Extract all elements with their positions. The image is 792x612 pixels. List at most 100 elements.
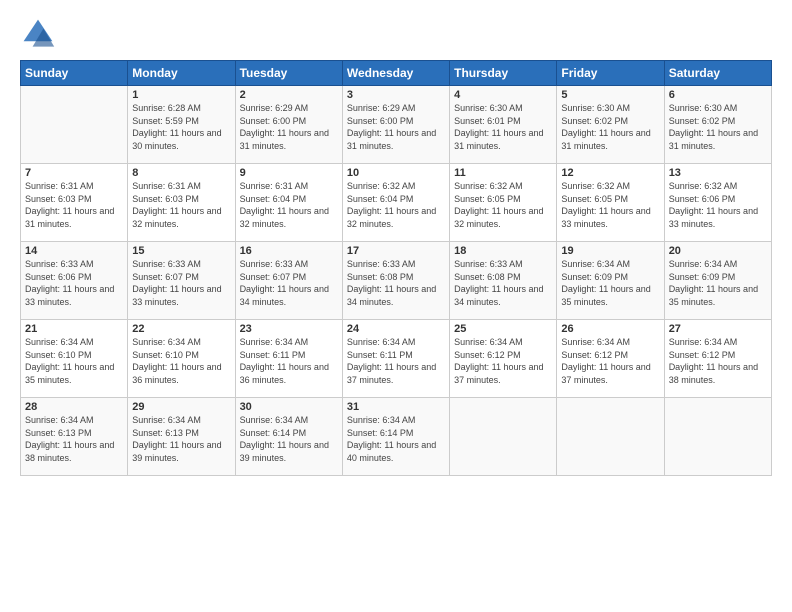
calendar-cell: 31Sunrise: 6:34 AMSunset: 6:14 PMDayligh… (342, 398, 449, 476)
day-number: 23 (240, 323, 338, 335)
day-info: Sunrise: 6:34 AMSunset: 6:14 PMDaylight:… (347, 414, 445, 464)
calendar-cell: 30Sunrise: 6:34 AMSunset: 6:14 PMDayligh… (235, 398, 342, 476)
calendar-cell: 27Sunrise: 6:34 AMSunset: 6:12 PMDayligh… (664, 320, 771, 398)
day-info: Sunrise: 6:30 AMSunset: 6:01 PMDaylight:… (454, 102, 552, 152)
day-number: 7 (25, 167, 123, 179)
day-number: 10 (347, 167, 445, 179)
day-info: Sunrise: 6:34 AMSunset: 6:13 PMDaylight:… (132, 414, 230, 464)
day-info: Sunrise: 6:31 AMSunset: 6:03 PMDaylight:… (25, 180, 123, 230)
week-row-4: 21Sunrise: 6:34 AMSunset: 6:10 PMDayligh… (21, 320, 772, 398)
day-info: Sunrise: 6:29 AMSunset: 6:00 PMDaylight:… (347, 102, 445, 152)
day-number: 13 (669, 167, 767, 179)
calendar-cell: 17Sunrise: 6:33 AMSunset: 6:08 PMDayligh… (342, 242, 449, 320)
day-number: 14 (25, 245, 123, 257)
calendar-cell (21, 86, 128, 164)
week-row-1: 1Sunrise: 6:28 AMSunset: 5:59 PMDaylight… (21, 86, 772, 164)
calendar-cell (450, 398, 557, 476)
logo (20, 16, 60, 52)
calendar-cell: 11Sunrise: 6:32 AMSunset: 6:05 PMDayligh… (450, 164, 557, 242)
calendar-cell: 25Sunrise: 6:34 AMSunset: 6:12 PMDayligh… (450, 320, 557, 398)
day-info: Sunrise: 6:33 AMSunset: 6:07 PMDaylight:… (240, 258, 338, 308)
day-number: 8 (132, 167, 230, 179)
weekday-friday: Friday (557, 61, 664, 86)
calendar-cell: 29Sunrise: 6:34 AMSunset: 6:13 PMDayligh… (128, 398, 235, 476)
day-number: 31 (347, 401, 445, 413)
day-number: 1 (132, 89, 230, 101)
day-number: 24 (347, 323, 445, 335)
day-info: Sunrise: 6:28 AMSunset: 5:59 PMDaylight:… (132, 102, 230, 152)
day-info: Sunrise: 6:33 AMSunset: 6:08 PMDaylight:… (454, 258, 552, 308)
day-info: Sunrise: 6:32 AMSunset: 6:06 PMDaylight:… (669, 180, 767, 230)
day-number: 2 (240, 89, 338, 101)
weekday-saturday: Saturday (664, 61, 771, 86)
calendar-cell: 14Sunrise: 6:33 AMSunset: 6:06 PMDayligh… (21, 242, 128, 320)
calendar-cell: 24Sunrise: 6:34 AMSunset: 6:11 PMDayligh… (342, 320, 449, 398)
day-info: Sunrise: 6:31 AMSunset: 6:04 PMDaylight:… (240, 180, 338, 230)
calendar-cell: 26Sunrise: 6:34 AMSunset: 6:12 PMDayligh… (557, 320, 664, 398)
day-info: Sunrise: 6:34 AMSunset: 6:10 PMDaylight:… (132, 336, 230, 386)
day-number: 28 (25, 401, 123, 413)
day-number: 12 (561, 167, 659, 179)
day-number: 19 (561, 245, 659, 257)
calendar-cell: 19Sunrise: 6:34 AMSunset: 6:09 PMDayligh… (557, 242, 664, 320)
calendar-cell (557, 398, 664, 476)
calendar-cell: 28Sunrise: 6:34 AMSunset: 6:13 PMDayligh… (21, 398, 128, 476)
week-row-3: 14Sunrise: 6:33 AMSunset: 6:06 PMDayligh… (21, 242, 772, 320)
calendar-cell: 8Sunrise: 6:31 AMSunset: 6:03 PMDaylight… (128, 164, 235, 242)
calendar-cell: 4Sunrise: 6:30 AMSunset: 6:01 PMDaylight… (450, 86, 557, 164)
weekday-tuesday: Tuesday (235, 61, 342, 86)
day-info: Sunrise: 6:32 AMSunset: 6:05 PMDaylight:… (454, 180, 552, 230)
day-number: 9 (240, 167, 338, 179)
calendar-cell: 10Sunrise: 6:32 AMSunset: 6:04 PMDayligh… (342, 164, 449, 242)
day-info: Sunrise: 6:34 AMSunset: 6:12 PMDaylight:… (669, 336, 767, 386)
calendar-cell: 18Sunrise: 6:33 AMSunset: 6:08 PMDayligh… (450, 242, 557, 320)
day-info: Sunrise: 6:33 AMSunset: 6:06 PMDaylight:… (25, 258, 123, 308)
calendar-cell: 16Sunrise: 6:33 AMSunset: 6:07 PMDayligh… (235, 242, 342, 320)
week-row-2: 7Sunrise: 6:31 AMSunset: 6:03 PMDaylight… (21, 164, 772, 242)
day-info: Sunrise: 6:34 AMSunset: 6:14 PMDaylight:… (240, 414, 338, 464)
day-info: Sunrise: 6:33 AMSunset: 6:08 PMDaylight:… (347, 258, 445, 308)
weekday-sunday: Sunday (21, 61, 128, 86)
day-info: Sunrise: 6:34 AMSunset: 6:09 PMDaylight:… (669, 258, 767, 308)
day-number: 22 (132, 323, 230, 335)
day-number: 29 (132, 401, 230, 413)
day-number: 27 (669, 323, 767, 335)
day-info: Sunrise: 6:34 AMSunset: 6:12 PMDaylight:… (561, 336, 659, 386)
calendar-cell: 15Sunrise: 6:33 AMSunset: 6:07 PMDayligh… (128, 242, 235, 320)
day-info: Sunrise: 6:31 AMSunset: 6:03 PMDaylight:… (132, 180, 230, 230)
day-info: Sunrise: 6:34 AMSunset: 6:11 PMDaylight:… (347, 336, 445, 386)
day-info: Sunrise: 6:34 AMSunset: 6:13 PMDaylight:… (25, 414, 123, 464)
day-info: Sunrise: 6:29 AMSunset: 6:00 PMDaylight:… (240, 102, 338, 152)
day-number: 11 (454, 167, 552, 179)
calendar-cell: 12Sunrise: 6:32 AMSunset: 6:05 PMDayligh… (557, 164, 664, 242)
weekday-header-row: SundayMondayTuesdayWednesdayThursdayFrid… (21, 61, 772, 86)
day-number: 4 (454, 89, 552, 101)
logo-icon (20, 16, 56, 52)
day-info: Sunrise: 6:34 AMSunset: 6:11 PMDaylight:… (240, 336, 338, 386)
day-info: Sunrise: 6:34 AMSunset: 6:09 PMDaylight:… (561, 258, 659, 308)
day-number: 5 (561, 89, 659, 101)
week-row-5: 28Sunrise: 6:34 AMSunset: 6:13 PMDayligh… (21, 398, 772, 476)
calendar-cell: 5Sunrise: 6:30 AMSunset: 6:02 PMDaylight… (557, 86, 664, 164)
day-number: 21 (25, 323, 123, 335)
day-number: 30 (240, 401, 338, 413)
calendar-cell: 9Sunrise: 6:31 AMSunset: 6:04 PMDaylight… (235, 164, 342, 242)
weekday-thursday: Thursday (450, 61, 557, 86)
day-info: Sunrise: 6:32 AMSunset: 6:05 PMDaylight:… (561, 180, 659, 230)
calendar-cell: 21Sunrise: 6:34 AMSunset: 6:10 PMDayligh… (21, 320, 128, 398)
day-number: 17 (347, 245, 445, 257)
day-number: 3 (347, 89, 445, 101)
day-info: Sunrise: 6:34 AMSunset: 6:10 PMDaylight:… (25, 336, 123, 386)
calendar-cell: 6Sunrise: 6:30 AMSunset: 6:02 PMDaylight… (664, 86, 771, 164)
day-info: Sunrise: 6:32 AMSunset: 6:04 PMDaylight:… (347, 180, 445, 230)
calendar-cell (664, 398, 771, 476)
day-number: 16 (240, 245, 338, 257)
day-number: 20 (669, 245, 767, 257)
calendar-table: SundayMondayTuesdayWednesdayThursdayFrid… (20, 60, 772, 476)
calendar-cell: 13Sunrise: 6:32 AMSunset: 6:06 PMDayligh… (664, 164, 771, 242)
day-info: Sunrise: 6:30 AMSunset: 6:02 PMDaylight:… (561, 102, 659, 152)
day-number: 18 (454, 245, 552, 257)
day-info: Sunrise: 6:33 AMSunset: 6:07 PMDaylight:… (132, 258, 230, 308)
weekday-wednesday: Wednesday (342, 61, 449, 86)
calendar-cell: 23Sunrise: 6:34 AMSunset: 6:11 PMDayligh… (235, 320, 342, 398)
